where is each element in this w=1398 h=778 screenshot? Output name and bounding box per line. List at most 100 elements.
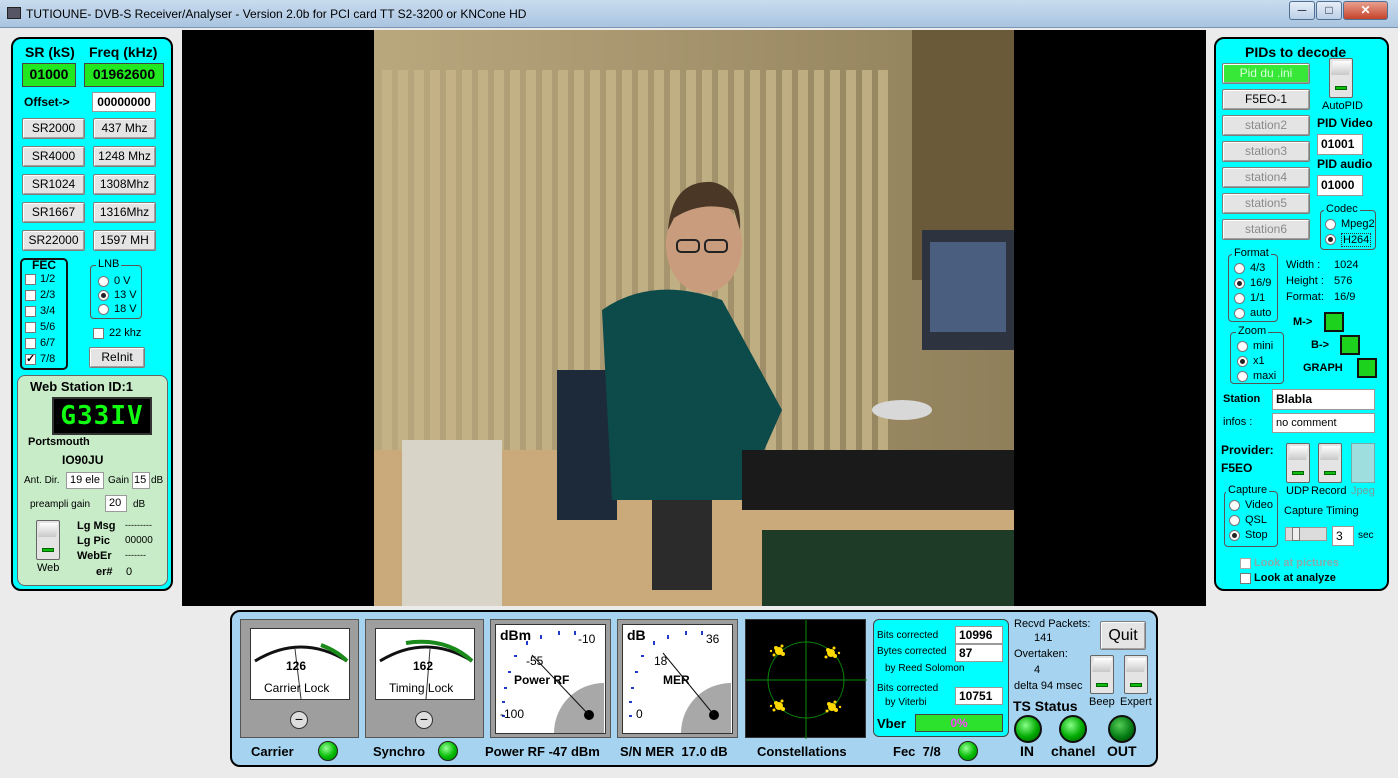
freq-value-field[interactable]: 01962600 (84, 63, 164, 87)
freq-1597-button[interactable]: 1597 MH (93, 230, 156, 251)
offset-label: Offset-> (24, 95, 70, 109)
carrier-label: Carrier (251, 744, 294, 759)
format-16-9-radio[interactable] (1234, 278, 1245, 289)
station-field[interactable]: Blabla (1272, 389, 1375, 410)
lnb-13v-radio[interactable] (98, 290, 109, 301)
fec-5-6-checkbox[interactable] (25, 322, 36, 333)
format-4-3-radio[interactable] (1234, 263, 1245, 274)
m-indicator[interactable] (1324, 312, 1344, 332)
sr2000-button[interactable]: SR2000 (22, 118, 85, 139)
freq-437-button[interactable]: 437 Mhz (93, 118, 156, 139)
format-auto-radio[interactable] (1234, 308, 1245, 319)
capture-label: Capture (1226, 484, 1270, 496)
offset-field[interactable]: 00000000 (92, 92, 156, 112)
format-4-3-label: 4/3 (1250, 262, 1266, 274)
fec-6-7-checkbox[interactable] (25, 338, 36, 349)
beep-switch[interactable] (1090, 655, 1114, 694)
slider-thumb[interactable] (1292, 527, 1300, 541)
ant-dir-field[interactable]: 19 ele (66, 472, 104, 489)
minimize-button[interactable]: ─ (1289, 1, 1315, 20)
station3-button[interactable]: station3 (1222, 141, 1310, 162)
gain-field[interactable]: 15 (132, 472, 150, 489)
expert-switch[interactable] (1124, 655, 1148, 694)
window-title: TUTIOUNE- DVB-S Receiver/Analyser - Vers… (26, 7, 527, 21)
zoom-x1-radio[interactable] (1237, 356, 1248, 367)
sr-value-field[interactable]: 01000 (22, 63, 76, 87)
mer-unit: dB (627, 627, 646, 643)
pid-video-field[interactable]: 01001 (1317, 134, 1363, 155)
fec-1-2-checkbox[interactable] (25, 274, 36, 285)
freq-1308-button[interactable]: 1308Mhz (93, 174, 156, 195)
overtaken-label: Overtaken: (1014, 648, 1068, 660)
record-switch[interactable] (1318, 443, 1342, 483)
ts-chanel-label: chanel (1051, 743, 1096, 759)
bits-corrected-label: Bits corrected (877, 630, 939, 641)
provider-label: Provider: (1221, 443, 1274, 457)
format-label: Format (1232, 247, 1271, 259)
codec-h264-radio[interactable] (1325, 234, 1336, 245)
b-indicator[interactable] (1340, 335, 1360, 355)
zoom-maxi-radio[interactable] (1237, 371, 1248, 382)
f5eo-1-button[interactable]: F5EO-1 (1222, 89, 1310, 110)
station2-button[interactable]: station2 (1222, 115, 1310, 136)
station4-button[interactable]: station4 (1222, 167, 1310, 188)
graph-indicator[interactable] (1357, 358, 1377, 378)
22khz-checkbox[interactable] (93, 328, 104, 339)
jpeg-switch[interactable] (1351, 443, 1375, 483)
capture-qsl-radio[interactable] (1229, 515, 1240, 526)
capture-timing-field[interactable]: 3 (1332, 526, 1354, 546)
sr1667-button[interactable]: SR1667 (22, 202, 85, 223)
infos-field[interactable]: no comment (1272, 413, 1375, 433)
mer-readout: S/N MER 17.0 dB (620, 744, 728, 759)
udp-switch[interactable] (1286, 443, 1310, 483)
close-button[interactable]: ✕ (1343, 1, 1388, 20)
look-pictures-checkbox[interactable] (1240, 558, 1251, 569)
carrier-reset-knob[interactable]: − (290, 711, 308, 729)
station-label: Station (1223, 393, 1261, 405)
lnb-0v-label: 0 V (114, 275, 131, 287)
pid-audio-field[interactable]: 01000 (1317, 175, 1363, 196)
recvd-value: 141 (1034, 632, 1053, 644)
look-pictures-label: Look at pictures (1254, 557, 1339, 569)
fec-3-4-checkbox[interactable] (25, 306, 36, 317)
preampli-field[interactable]: 20 (105, 495, 127, 512)
pid-du-ini-button[interactable]: Pid du .ini (1222, 63, 1310, 84)
timing-reset-knob[interactable]: − (415, 711, 433, 729)
fmt-value: 16/9 (1334, 291, 1356, 303)
station5-button[interactable]: station5 (1222, 193, 1310, 214)
format-1-1-radio[interactable] (1234, 293, 1245, 304)
lnb-0v-radio[interactable] (98, 276, 109, 287)
fec-2-3-checkbox[interactable] (25, 290, 36, 301)
capture-stop-radio[interactable] (1229, 530, 1240, 541)
fec-7-8-checkbox[interactable] (25, 352, 36, 365)
fec-label: FEC (32, 258, 56, 272)
sr22000-button[interactable]: SR22000 (22, 230, 85, 251)
reinit-button[interactable]: ReInit (89, 347, 145, 368)
maximize-button[interactable]: □ (1316, 1, 1342, 20)
freq-1248-button[interactable]: 1248 Mhz (93, 146, 156, 167)
ts-in-led (1014, 715, 1042, 743)
capture-timing-label: Capture Timing (1284, 505, 1359, 517)
lnb-18v-radio[interactable] (98, 304, 109, 315)
zoom-mini-label: mini (1253, 340, 1274, 352)
pid-audio-label: PID audio (1317, 157, 1373, 171)
web-label: Web (37, 562, 60, 574)
look-analyze-checkbox[interactable] (1240, 573, 1251, 584)
station6-button[interactable]: station6 (1222, 219, 1310, 240)
autopid-switch[interactable] (1329, 58, 1353, 98)
capture-timing-slider[interactable] (1285, 527, 1327, 541)
width-label: Width : (1286, 259, 1321, 271)
capture-video-radio[interactable] (1229, 500, 1240, 511)
carrier-value: 126 (286, 659, 307, 673)
sr4000-button[interactable]: SR4000 (22, 146, 85, 167)
quit-button[interactable]: Quit (1100, 621, 1146, 650)
web-toggle-switch[interactable] (36, 520, 60, 560)
format-16-9-label: 16/9 (1250, 277, 1272, 289)
sr1024-button[interactable]: SR1024 (22, 174, 85, 195)
codec-mpeg2-radio[interactable] (1325, 219, 1336, 230)
zoom-mini-radio[interactable] (1237, 341, 1248, 352)
freq-1316-button[interactable]: 1316Mhz (93, 202, 156, 223)
weber-value: ------- (125, 550, 146, 560)
video-display[interactable] (182, 30, 1206, 606)
codec-label: Codec (1324, 203, 1360, 215)
